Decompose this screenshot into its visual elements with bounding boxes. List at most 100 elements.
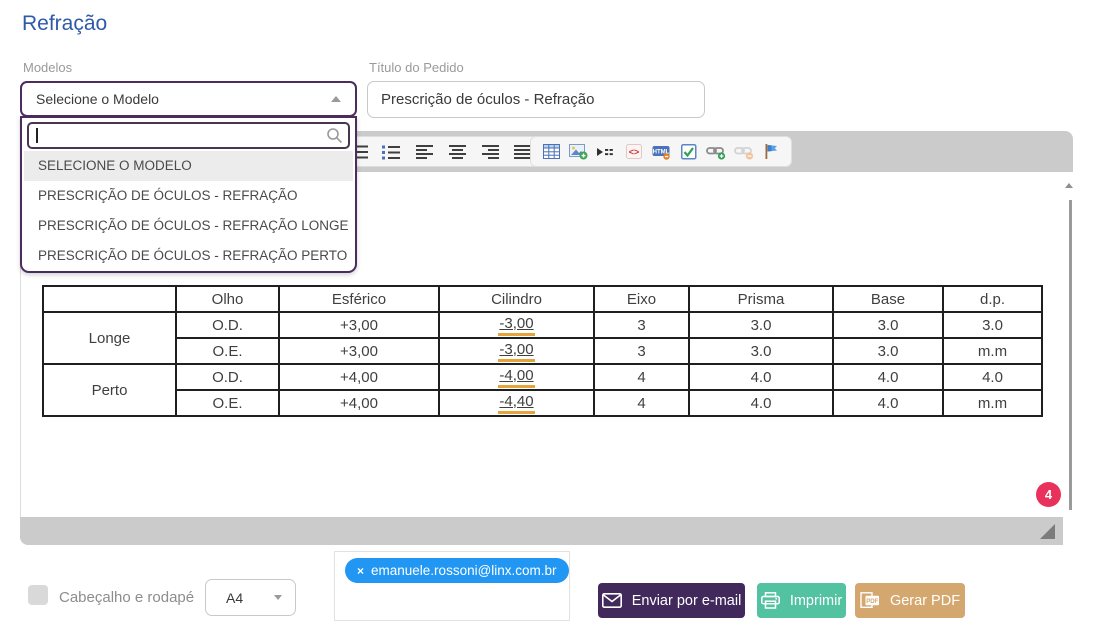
print-label: Imprimir [789,592,843,609]
cell-prisma[interactable]: 4.0 [688,389,834,417]
cell-base[interactable]: 4.0 [832,363,944,391]
close-icon[interactable]: × [357,565,364,577]
paper-size-value: A4 [226,589,244,606]
toolbar-group-insert: <> HTML [530,136,792,167]
cell-eixo[interactable]: 3 [593,311,690,339]
svg-text:PDF: PDF [866,599,878,605]
insert-link-icon[interactable] [703,139,729,165]
generate-pdf-button[interactable]: PDF Gerar PDF [855,583,965,618]
flag-icon[interactable] [758,139,784,165]
cell-eixo[interactable]: 3 [593,337,690,365]
cell-cilindro[interactable]: -3,00 [438,311,595,339]
modelos-select[interactable]: Selecione o Modelo [20,81,357,117]
align-right-icon[interactable] [477,139,503,165]
chevron-down-icon [274,595,282,600]
cell-esferico[interactable]: +3,00 [278,311,440,339]
cell-esferico[interactable]: +4,00 [278,363,440,391]
cell-eixo[interactable]: 4 [593,389,690,417]
toolbar-group-format: 123 [338,136,544,167]
cell-cilindro[interactable]: -3,00 [438,337,595,365]
modelos-dropdown: SELECIONE O MODELO PRESCRIÇÃO DE ÓCULOS … [20,116,357,273]
cell-cilindro[interactable]: -4,40 [438,389,595,417]
cell-cilindro[interactable]: -4,00 [438,363,595,391]
cell-eixo[interactable]: 4 [593,363,690,391]
cell-base[interactable]: 3.0 [832,337,944,365]
dropdown-option[interactable]: PRESCRIÇÃO DE ÓCULOS - REFRAÇÃO [24,181,353,211]
header-cell[interactable] [42,285,177,313]
cell-group-label[interactable]: Longe [42,311,177,365]
cell-dp[interactable]: 4.0 [942,363,1043,391]
vertical-scrollbar[interactable] [1069,200,1072,510]
envelope-icon [601,593,622,608]
scroll-up-icon[interactable] [1065,183,1073,188]
clean-html-icon[interactable]: HTML [648,139,674,165]
titulo-label: Título do Pedido [369,60,464,75]
remove-link-icon[interactable] [731,139,757,165]
notification-badge: 4 [1036,482,1061,507]
align-left-icon[interactable] [412,139,438,165]
svg-text:<>: <> [628,147,639,157]
paper-size-select[interactable]: A4 [205,579,296,616]
print-button[interactable]: Imprimir [757,583,846,618]
email-chip[interactable]: × emanuele.rossoni@linx.com.br [345,558,569,583]
table-row: Longe O.D. +3,00 -3,00 3 3.0 3.0 3.0 [42,311,1043,365]
cell-dp[interactable]: m.m [942,337,1043,365]
cell-olho[interactable]: O.D. [175,311,280,339]
refracao-page: Refração Modelos Selecione o Modelo SELE… [0,0,1109,631]
page-break-icon[interactable] [593,139,619,165]
cell-esferico[interactable]: +4,00 [278,389,440,417]
header-cell[interactable]: Base [832,285,944,313]
header-cell[interactable]: Olho [175,285,280,313]
cell-base[interactable]: 4.0 [832,389,944,417]
prescription-table: Olho Esférico Cilindro Eixo Prisma Base … [42,285,1043,417]
dropdown-option[interactable]: PRESCRIÇÃO DE ÓCULOS - REFRAÇÃO LONGE [24,211,353,241]
source-code-icon[interactable]: <> [621,139,647,165]
header-cell[interactable]: Eixo [593,285,690,313]
table-row: O.E. +3,00 -3,00 3 3.0 3.0 m.m [43,337,1043,365]
insert-image-icon[interactable] [566,139,592,165]
email-recipients-field[interactable]: × emanuele.rossoni@linx.com.br [334,551,570,621]
header-cell[interactable]: Esférico [278,285,440,313]
titulo-input[interactable] [367,81,705,118]
cell-esferico[interactable]: +3,00 [278,337,440,365]
pdf-label: Gerar PDF [889,592,961,609]
resize-handle-icon[interactable] [1040,524,1055,539]
pdf-icon: PDF [860,592,879,609]
dropdown-option[interactable]: SELECIONE O MODELO [24,151,353,181]
align-center-icon[interactable] [444,139,470,165]
table-header-row: Olho Esférico Cilindro Eixo Prisma Base … [42,285,1043,313]
header-cell[interactable]: d.p. [942,285,1043,313]
header-footer-checkbox[interactable] [28,585,48,605]
text-cursor [36,128,38,143]
modelos-label: Modelos [23,60,73,75]
cell-prisma[interactable]: 3.0 [688,337,834,365]
cell-olho[interactable]: O.D. [175,363,280,391]
cell-group-label[interactable]: Perto [42,363,177,417]
send-email-button[interactable]: Enviar por e-mail [598,583,745,618]
cell-prisma[interactable]: 4.0 [688,363,834,391]
header-cell[interactable]: Cilindro [438,285,595,313]
cell-dp[interactable]: m.m [942,389,1043,417]
page-title: Refração [22,12,108,35]
cell-base[interactable]: 3.0 [832,311,944,339]
cell-prisma[interactable]: 3.0 [688,311,834,339]
unordered-list-icon[interactable] [379,139,405,165]
cell-dp[interactable]: 3.0 [942,311,1043,339]
modelos-select-value: Selecione o Modelo [36,91,159,107]
search-icon [327,128,343,144]
model-search-input[interactable] [27,122,350,149]
send-email-label: Enviar por e-mail [631,592,742,609]
header-footer-label: Cabeçalho e rodapé [59,589,195,606]
insert-table-icon[interactable] [538,139,564,165]
email-chip-text: emanuele.rossoni@linx.com.br [371,563,557,578]
cell-olho[interactable]: O.E. [175,389,280,417]
editor-statusbar [20,517,1063,545]
cell-olho[interactable]: O.E. [175,337,280,365]
chevron-up-icon [331,96,341,102]
printer-icon [760,592,780,609]
checkbox-icon[interactable] [676,139,702,165]
table-row: Perto O.D. +4,00 -4,00 4 4.0 4.0 4.0 [42,363,1043,417]
dropdown-option[interactable]: PRESCRIÇÃO DE ÓCULOS - REFRAÇÃO PERTO [24,241,353,271]
table-row: O.E. +4,00 -4,40 4 4.0 4.0 m.m [43,389,1043,417]
header-cell[interactable]: Prisma [688,285,834,313]
